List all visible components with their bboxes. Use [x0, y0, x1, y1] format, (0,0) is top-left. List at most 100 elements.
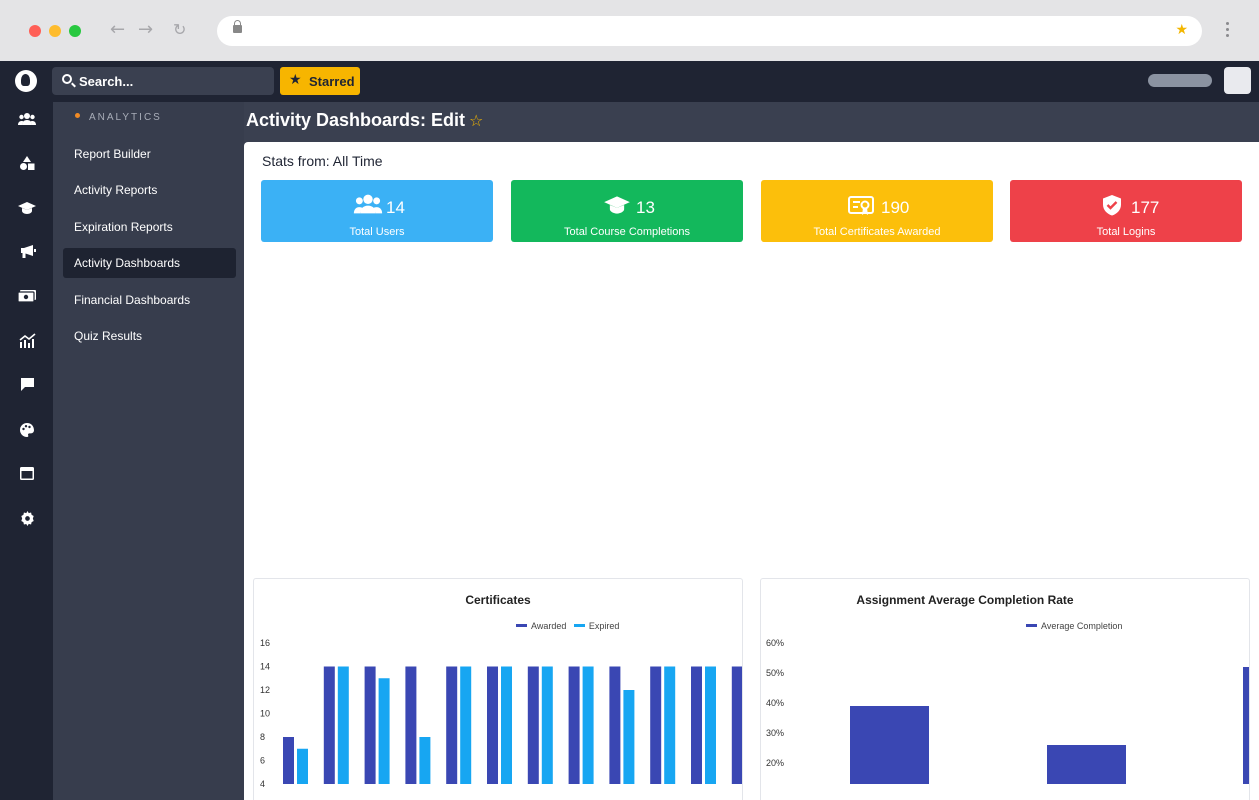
- bar-expired: [541, 666, 553, 784]
- app-logo-icon[interactable]: [15, 70, 37, 92]
- bar-awarded: [364, 666, 376, 784]
- stat-card-total-logins[interactable]: 177 Total Logins: [1010, 180, 1242, 242]
- page-title: Activity Dashboards: Edit: [246, 110, 466, 130]
- stat-label: Total Logins: [1096, 226, 1156, 238]
- bar-average-completion: [1047, 745, 1126, 784]
- bar-average-completion: [1243, 667, 1249, 784]
- sidebar-item-financial-dashboards[interactable]: Financial Dashboards: [63, 285, 236, 315]
- shield-check-icon: [1102, 194, 1122, 221]
- search-input[interactable]: Search...: [52, 67, 274, 95]
- favorite-star-icon[interactable]: ☆: [469, 111, 483, 130]
- stat-value: 190: [881, 198, 910, 217]
- bar-awarded: [446, 666, 458, 784]
- shapes-icon[interactable]: [17, 155, 37, 175]
- browser-chrome: ← → ↻ ★: [0, 0, 1259, 61]
- y-tick-label: 16: [260, 638, 270, 648]
- bar-awarded: [568, 666, 580, 784]
- starred-label: Starred: [309, 74, 355, 89]
- bar-awarded: [405, 666, 417, 784]
- minimize-window-button[interactable]: [49, 25, 61, 37]
- users-icon[interactable]: [17, 111, 37, 131]
- search-icon: [62, 74, 72, 84]
- avatar[interactable]: [1224, 67, 1251, 94]
- stat-label: Total Course Completions: [564, 226, 690, 238]
- bar-expired: [378, 678, 390, 784]
- bar-expired: [623, 690, 635, 784]
- bar-awarded: [323, 666, 335, 784]
- reload-icon[interactable]: ↻: [173, 20, 186, 40]
- chart-line-icon[interactable]: [17, 333, 37, 353]
- y-tick-label: 10: [260, 709, 270, 719]
- graduation-cap-icon[interactable]: [17, 200, 37, 220]
- y-tick-label: 14: [260, 662, 270, 672]
- browser-menu-icon[interactable]: [1226, 22, 1230, 38]
- bar-average-completion: [850, 706, 929, 784]
- stat-value: 177: [1131, 198, 1160, 217]
- stat-value: 13: [636, 198, 655, 217]
- y-tick-label: 20%: [766, 758, 784, 768]
- y-tick-label: 60%: [766, 638, 784, 648]
- arrow-left-icon[interactable]: ←: [110, 20, 125, 40]
- bar-expired: [337, 666, 349, 784]
- stat-card-total-certificates-awarded[interactable]: 190 Total Certificates Awarded: [761, 180, 993, 242]
- y-tick-label: 50%: [766, 668, 784, 678]
- money-icon[interactable]: [17, 288, 37, 308]
- completion-rate-bar-chart: 60% 50% 40% 30% 20%: [766, 638, 1249, 784]
- bar-expired: [501, 666, 512, 784]
- megaphone-icon[interactable]: [17, 244, 37, 264]
- sidebar-item-quiz-results[interactable]: Quiz Results: [63, 321, 236, 351]
- certificates-bar-chart: 16 14 12 10 8 6 4: [260, 638, 742, 789]
- sidebar-item-activity-dashboards[interactable]: Activity Dashboards: [63, 248, 236, 278]
- sidebar-item-expiration-reports[interactable]: Expiration Reports: [63, 212, 236, 242]
- sidebar-section-title: ANALYTICS: [75, 112, 162, 123]
- y-tick-label: 8: [260, 732, 265, 742]
- app-topbar: Search... ★ Starred: [0, 61, 1259, 102]
- bookmark-star-icon[interactable]: ★: [1175, 22, 1188, 38]
- certificate-icon: [848, 196, 874, 221]
- bar-awarded: [650, 666, 662, 784]
- completion-rate-chart-card: Assignment Average Completion Rate Avera…: [760, 578, 1250, 800]
- bar-expired: [419, 737, 431, 784]
- bar-expired: [297, 748, 308, 784]
- user-name-placeholder[interactable]: [1148, 74, 1212, 87]
- close-window-button[interactable]: [29, 25, 41, 37]
- bar-awarded: [527, 666, 539, 784]
- bar-expired: [664, 666, 676, 784]
- starred-button[interactable]: ★ Starred: [280, 67, 360, 95]
- stat-label: Total Users: [349, 226, 405, 238]
- users-icon: [353, 193, 383, 220]
- sidebar: ANALYTICS Report Builder Activity Report…: [53, 102, 244, 800]
- bar-awarded: [487, 666, 498, 784]
- bar-awarded: [691, 666, 702, 784]
- gear-icon[interactable]: [17, 511, 37, 531]
- star-icon: ★: [289, 72, 302, 88]
- bar-expired: [582, 666, 594, 784]
- search-placeholder: Search...: [79, 74, 134, 89]
- graduation-cap-icon: [604, 195, 630, 220]
- certificates-chart-card: Certificates Awarded Expired 16 14 12 10 8 6 4: [253, 578, 743, 800]
- bar-awarded: [609, 666, 621, 784]
- lock-icon: [233, 20, 242, 33]
- stat-value: 14: [386, 198, 405, 217]
- y-tick-label: 40%: [766, 698, 784, 708]
- maximize-window-button[interactable]: [69, 25, 81, 37]
- sidebar-item-report-builder[interactable]: Report Builder: [63, 139, 236, 169]
- bar-expired: [460, 666, 472, 784]
- bar-expired: [705, 666, 716, 784]
- comment-icon[interactable]: [17, 377, 37, 397]
- icon-rail: [0, 102, 53, 800]
- window-icon[interactable]: [17, 466, 37, 486]
- address-bar[interactable]: ★: [217, 16, 1202, 46]
- palette-icon[interactable]: [17, 422, 37, 442]
- bar-awarded: [283, 737, 294, 784]
- arrow-right-icon[interactable]: →: [138, 20, 153, 40]
- y-tick-label: 6: [260, 756, 265, 766]
- stat-card-total-users[interactable]: 14 Total Users: [261, 180, 493, 242]
- stats-range-label: Stats from: All Time: [262, 153, 383, 169]
- y-tick-label: 30%: [766, 728, 784, 738]
- y-tick-label: 12: [260, 685, 270, 695]
- y-tick-label: 4: [260, 779, 265, 789]
- stat-label: Total Certificates Awarded: [813, 226, 941, 238]
- stat-card-total-course-completions[interactable]: 13 Total Course Completions: [511, 180, 743, 242]
- sidebar-item-activity-reports[interactable]: Activity Reports: [63, 175, 236, 205]
